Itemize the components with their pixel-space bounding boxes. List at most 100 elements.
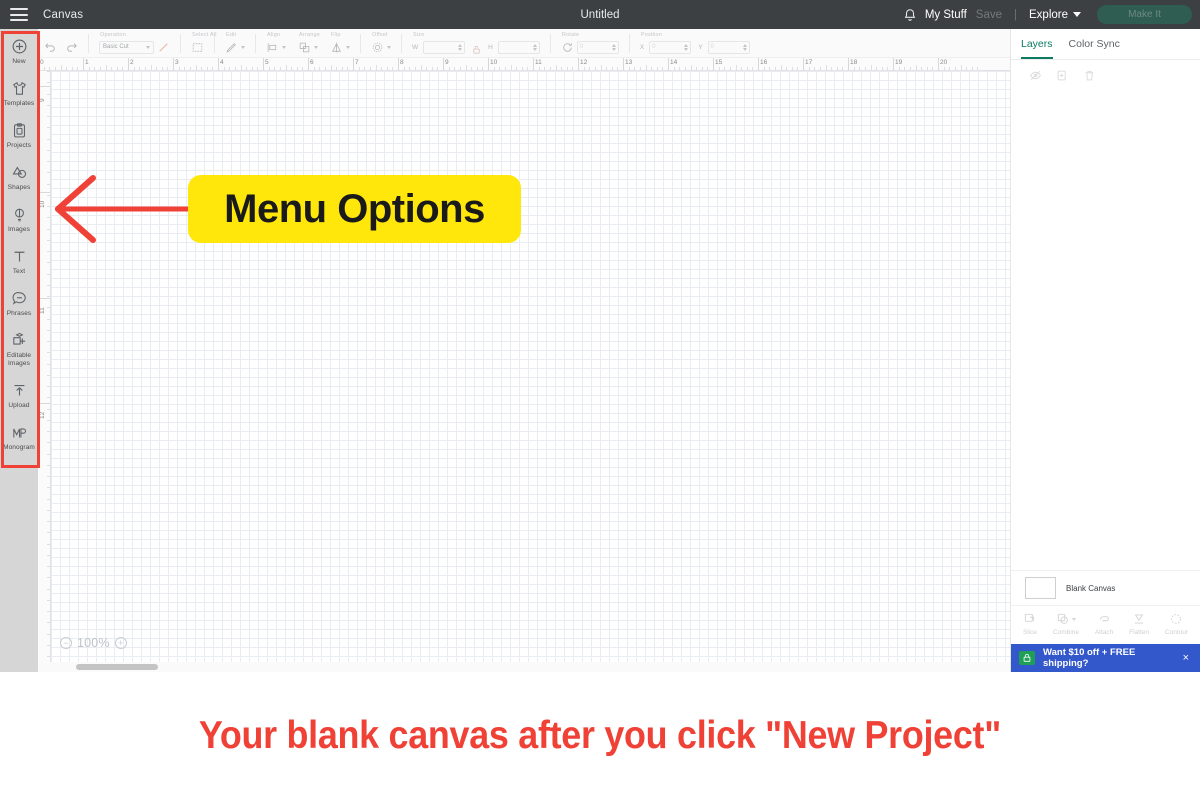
sidebar-item-templates[interactable]: Templates (0, 71, 38, 113)
ruler-subtick (381, 67, 383, 70)
rotate-stepper[interactable] (611, 43, 616, 51)
select-all-icon[interactable] (191, 41, 204, 54)
arrange-layers-icon[interactable] (298, 41, 311, 54)
pencil-icon[interactable] (225, 41, 238, 54)
undo-arrow-icon[interactable] (44, 41, 57, 54)
canvas-grid[interactable] (51, 71, 1010, 672)
ruler-subtick (47, 397, 50, 399)
ruler-label: 16 (760, 59, 768, 66)
close-x-icon[interactable]: × (1180, 652, 1192, 664)
height-stepper[interactable] (532, 43, 537, 51)
attach-button[interactable]: Attach (1095, 612, 1113, 636)
ruler-subtick (223, 67, 225, 70)
height-input[interactable] (497, 40, 540, 54)
ruler-tick (218, 58, 219, 70)
scrollbar-thumb[interactable] (76, 664, 158, 670)
hide-layer-icon[interactable] (1029, 69, 1042, 82)
chevron-down-icon[interactable] (282, 45, 286, 49)
width-input[interactable] (423, 40, 466, 54)
width-stepper[interactable] (458, 43, 463, 51)
menu-options-callout: Menu Options (188, 175, 521, 243)
sidebar-item-new[interactable]: New (0, 29, 38, 71)
ruler-subtick (47, 352, 50, 354)
sidebar-item-monogram[interactable]: Monogram (0, 415, 38, 457)
rotate-input[interactable]: 0 (576, 40, 619, 54)
ruler-subtick (47, 138, 50, 140)
flatten-button[interactable]: Flatten (1129, 612, 1149, 636)
ruler-subtick (459, 67, 461, 70)
chevron-down-icon[interactable] (346, 45, 350, 49)
minus-circle-icon[interactable]: − (60, 637, 72, 649)
delete-layer-icon[interactable] (1083, 69, 1096, 82)
my-stuff-button[interactable]: My Stuff (925, 9, 967, 21)
plus-circle-icon[interactable]: + (114, 637, 127, 649)
y-stepper[interactable] (742, 43, 747, 51)
save-button[interactable]: Save (976, 9, 1002, 21)
ruler-subtick (116, 67, 118, 70)
notification-bell-icon[interactable] (903, 8, 917, 22)
layer-row[interactable]: Blank Canvas (1011, 570, 1200, 605)
sidebar-item-shapes[interactable]: Shapes (0, 155, 38, 197)
promo-banner[interactable]: Want $10 off + FREE shipping? × (1011, 644, 1200, 672)
ruler-subtick (746, 67, 748, 70)
ruler-label: 18 (850, 59, 858, 66)
position-label: Position (640, 31, 663, 38)
select-all-group: Select All (185, 29, 216, 58)
x-input[interactable]: 0 (649, 40, 692, 54)
chevron-down-icon[interactable] (241, 45, 245, 49)
make-it-button[interactable]: Make It (1097, 5, 1192, 24)
operation-select[interactable]: Basic Cut (99, 40, 154, 54)
sidebar-item-upload[interactable]: Upload (0, 373, 38, 415)
explore-dropdown[interactable]: Explore (1029, 9, 1081, 21)
ruler-subtick (47, 82, 50, 84)
ruler-subtick (268, 67, 270, 70)
sidebar-item-images[interactable]: Images (0, 197, 38, 239)
chevron-down-icon[interactable] (314, 45, 318, 49)
tab-color-sync[interactable]: Color Sync (1069, 29, 1120, 59)
ruler-subtick (696, 67, 698, 70)
duplicate-layer-icon[interactable] (1056, 69, 1069, 82)
ruler-subtick (274, 67, 276, 70)
sidebar-item-phrases[interactable]: Phrases (0, 281, 38, 323)
y-letter: Y (698, 43, 703, 51)
sidebar-item-projects[interactable]: Projects (0, 113, 38, 155)
redo-arrow-icon[interactable] (65, 41, 78, 54)
sidebar-item-text[interactable]: Text (0, 239, 38, 281)
slice-button[interactable]: Slice (1023, 612, 1037, 636)
ruler-subtick (47, 622, 50, 624)
ruler-subtick (206, 67, 208, 70)
layers-list[interactable] (1011, 91, 1200, 570)
lightbulb-icon (11, 206, 28, 223)
design-canvas-area[interactable]: 0 1 2 3 4 5 6 7 8 9 10 11 12 13 14 15 16 17 18 19 20 9 10 11 12… (38, 58, 1010, 672)
ruler-subtick (555, 65, 557, 70)
unlock-icon[interactable] (471, 42, 482, 54)
flip-icon[interactable] (330, 41, 343, 54)
combine-button[interactable]: Combine (1053, 612, 1079, 636)
ruler-subtick (701, 67, 703, 70)
ruler-subtick (921, 67, 923, 70)
ruler-subtick (774, 67, 776, 70)
ruler-subtick (898, 67, 900, 70)
rotate-icon[interactable] (561, 41, 574, 54)
x-stepper[interactable] (684, 43, 689, 51)
blank-canvas-thumbnail[interactable] (1025, 577, 1056, 599)
ruler-subtick (673, 67, 675, 70)
y-input[interactable]: 0 (707, 40, 750, 54)
align-icon[interactable] (266, 41, 279, 54)
hamburger-menu-icon[interactable] (10, 8, 28, 21)
width-letter: W (412, 43, 419, 51)
sidebar-item-editable-images[interactable]: Editable Images (0, 323, 38, 373)
ruler-subtick (291, 67, 293, 70)
horizontal-scrollbar[interactable] (38, 662, 1010, 672)
ruler-label: 5 (265, 59, 269, 66)
ruler-subtick (47, 206, 50, 207)
contour-button[interactable]: Contour (1165, 612, 1188, 636)
ruler-label: 10 (39, 200, 46, 208)
chevron-down-icon[interactable] (387, 45, 391, 49)
y-value: 0 (710, 44, 714, 50)
offset-icon[interactable] (371, 41, 384, 54)
ruler-tick (308, 58, 309, 70)
pen-line-icon[interactable] (157, 41, 170, 54)
tab-layers[interactable]: Layers (1021, 29, 1053, 59)
ruler-subtick (375, 65, 377, 70)
